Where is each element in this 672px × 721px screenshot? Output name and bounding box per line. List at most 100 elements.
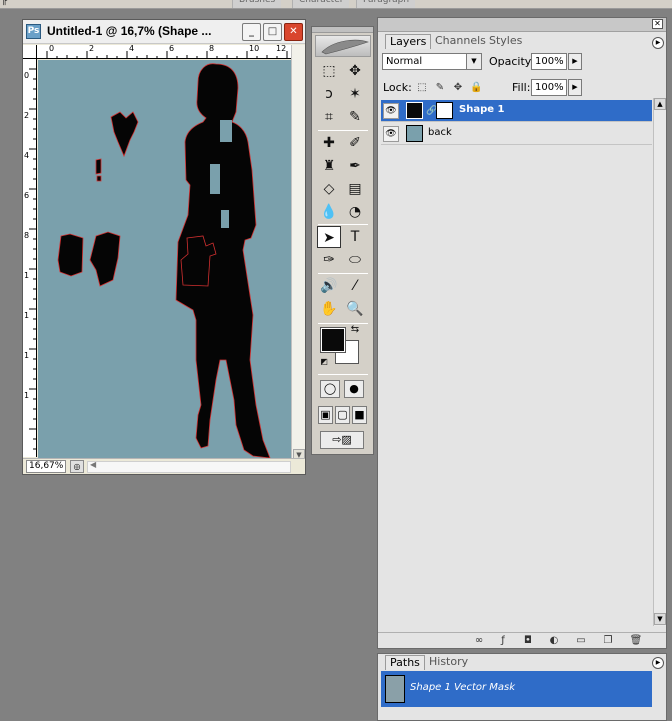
pen-tool-icon[interactable]: ✑ [317, 249, 341, 271]
ruler-origin[interactable] [23, 45, 37, 59]
panel-menu-icon[interactable]: ▶ [652, 657, 664, 669]
clone-stamp-tool-icon[interactable]: ♜ [317, 155, 341, 177]
quick-mask-button[interactable]: ● [344, 380, 364, 398]
ruler-label: 0 [24, 71, 30, 80]
new-layer-icon[interactable]: ❐ [600, 634, 616, 648]
ruler-label: 1 [24, 351, 30, 360]
minimize-button[interactable]: _ [242, 23, 261, 41]
scroll-left-arrow-icon[interactable]: ◀ [90, 460, 96, 469]
brush-tool-icon[interactable]: ✐ [343, 132, 367, 154]
default-colors-icon[interactable]: ◩ [318, 356, 330, 368]
lock-transparency-icon[interactable]: ⬚ [416, 82, 428, 94]
layer-name: back [428, 127, 452, 138]
adjustment-layer-icon[interactable]: ◐ [546, 634, 562, 648]
screen-mode-full-icon[interactable]: ■ [352, 406, 367, 424]
navigator-icon[interactable]: ◎ [70, 460, 84, 473]
ruler-label: 2 [89, 45, 95, 53]
foreground-color-swatch[interactable] [320, 327, 346, 353]
lasso-tool-icon[interactable]: ↄ [317, 83, 341, 105]
vertical-ruler[interactable]: 0 2 4 6 8 1 1 1 1 [23, 59, 37, 457]
add-mask-icon[interactable]: ◘ [520, 634, 536, 648]
image-canvas[interactable] [38, 60, 291, 458]
eraser-tool-icon[interactable]: ◇ [317, 178, 341, 200]
shape-tool-icon[interactable]: ⬭ [343, 249, 367, 271]
jump-to-imageready-button[interactable]: ⇨▨ [320, 431, 364, 449]
layer-thumbnail[interactable] [406, 125, 423, 142]
layer-row-back[interactable]: 👁 back [381, 123, 652, 145]
horizontal-ruler[interactable]: 0 2 4 6 8 10 12 [37, 45, 291, 59]
scroll-up-arrow-icon[interactable]: ▲ [654, 98, 666, 110]
close-icon[interactable]: ✕ [652, 19, 663, 29]
photoshop-icon: Ps [26, 24, 41, 39]
zoom-level-field[interactable]: 16,67% [26, 460, 66, 473]
crop-tool-icon[interactable]: ⌗ [317, 106, 341, 128]
scroll-down-arrow-icon[interactable]: ▼ [654, 613, 666, 625]
layer-thumbnail[interactable] [406, 102, 423, 119]
new-group-icon[interactable]: ▭ [573, 634, 589, 648]
fill-slider-icon[interactable]: ▶ [568, 79, 582, 96]
layer-name: Shape 1 [459, 104, 505, 115]
eye-icon[interactable]: 👁 [383, 103, 399, 119]
document-title-bar[interactable]: Ps Untitled-1 @ 16,7% (Shape ... _ □ ✕ [23, 20, 305, 44]
layers-scrollbar[interactable]: ▲ ▼ [653, 98, 666, 626]
delete-layer-icon[interactable]: 🗑 [628, 634, 644, 648]
notes-tool-icon[interactable]: 🔊 [317, 275, 341, 297]
blend-mode-select[interactable]: Normal ▼ [382, 53, 482, 70]
opacity-slider-icon[interactable]: ▶ [568, 53, 582, 70]
layer-row-shape-1[interactable]: 👁 🔗 Shape 1 [381, 100, 652, 122]
tab-paragraph[interactable]: Paragraph [356, 0, 416, 8]
close-button[interactable]: ✕ [284, 23, 303, 41]
eyedropper-tool-icon[interactable]: ⁄ [343, 275, 367, 297]
ruler-label: 1 [24, 271, 30, 280]
slice-tool-icon[interactable]: ✎ [343, 106, 367, 128]
toolbox-divider [318, 224, 368, 225]
link-layers-icon[interactable]: ∞ [471, 634, 487, 648]
fill-field[interactable]: 100% [531, 79, 567, 96]
lock-position-icon[interactable]: ✥ [452, 82, 464, 94]
tab-history[interactable]: History [425, 655, 472, 670]
feather-logo-icon[interactable] [315, 35, 371, 57]
vector-mask-thumbnail[interactable] [436, 102, 453, 119]
tab-channels[interactable]: Channels [431, 34, 490, 49]
zoom-tool-icon[interactable]: 🔍 [343, 298, 367, 320]
standard-mode-button[interactable]: ◯ [320, 380, 340, 398]
lock-pixels-icon[interactable]: ✎ [434, 82, 446, 94]
toolbox-divider [318, 374, 368, 375]
panel-menu-icon[interactable]: ▶ [652, 37, 664, 49]
blur-tool-icon[interactable]: 💧 [317, 201, 341, 223]
move-tool-icon[interactable]: ✥ [343, 60, 367, 82]
tab-layers[interactable]: Layers [385, 34, 432, 49]
document-horizontal-scrollbar[interactable]: ◀ [87, 460, 291, 473]
tab-styles[interactable]: Styles [485, 34, 526, 49]
options-icon[interactable]: ⁋ [2, 0, 8, 7]
healing-brush-tool-icon[interactable]: ✚ [317, 132, 341, 154]
opacity-field[interactable]: 100% [531, 53, 567, 70]
layer-style-icon[interactable]: ƒ [495, 634, 511, 648]
marquee-tool-icon[interactable]: ⬚ [317, 60, 341, 82]
path-selection-tool-icon[interactable]: ➤ [317, 226, 341, 248]
screen-mode-full-menu-icon[interactable]: ▢ [335, 406, 350, 424]
swap-colors-icon[interactable]: ⇆ [348, 323, 362, 337]
gradient-tool-icon[interactable]: ▤ [343, 178, 367, 200]
eye-icon[interactable]: 👁 [383, 126, 399, 142]
toolbox-grip[interactable] [312, 27, 373, 33]
tab-character[interactable]: Character [292, 0, 350, 8]
maximize-button[interactable]: □ [263, 23, 282, 41]
type-tool-icon[interactable]: T [343, 226, 367, 248]
lock-all-icon[interactable]: 🔒 [470, 82, 482, 94]
ruler-label: 4 [24, 151, 30, 160]
paths-panel: Paths History ▶ Shape 1 Vector Mask [377, 653, 667, 721]
magic-wand-tool-icon[interactable]: ✶ [343, 83, 367, 105]
history-brush-tool-icon[interactable]: ✒ [343, 155, 367, 177]
tab-brushes[interactable]: Brushes [232, 0, 282, 8]
screen-mode-standard-icon[interactable]: ▣ [318, 406, 333, 424]
dodge-tool-icon[interactable]: ◔ [343, 201, 367, 223]
blend-mode-value: Normal [386, 56, 423, 67]
document-title: Untitled-1 @ 16,7% (Shape ... [47, 24, 212, 38]
tab-paths[interactable]: Paths [385, 655, 425, 670]
path-row-vector-mask[interactable]: Shape 1 Vector Mask [381, 671, 652, 707]
chevron-down-icon[interactable]: ▼ [466, 54, 481, 69]
panel-header[interactable]: ✕ [378, 18, 666, 32]
document-vertical-scrollbar[interactable]: ▼ [291, 45, 305, 461]
hand-tool-icon[interactable]: ✋ [317, 298, 341, 320]
